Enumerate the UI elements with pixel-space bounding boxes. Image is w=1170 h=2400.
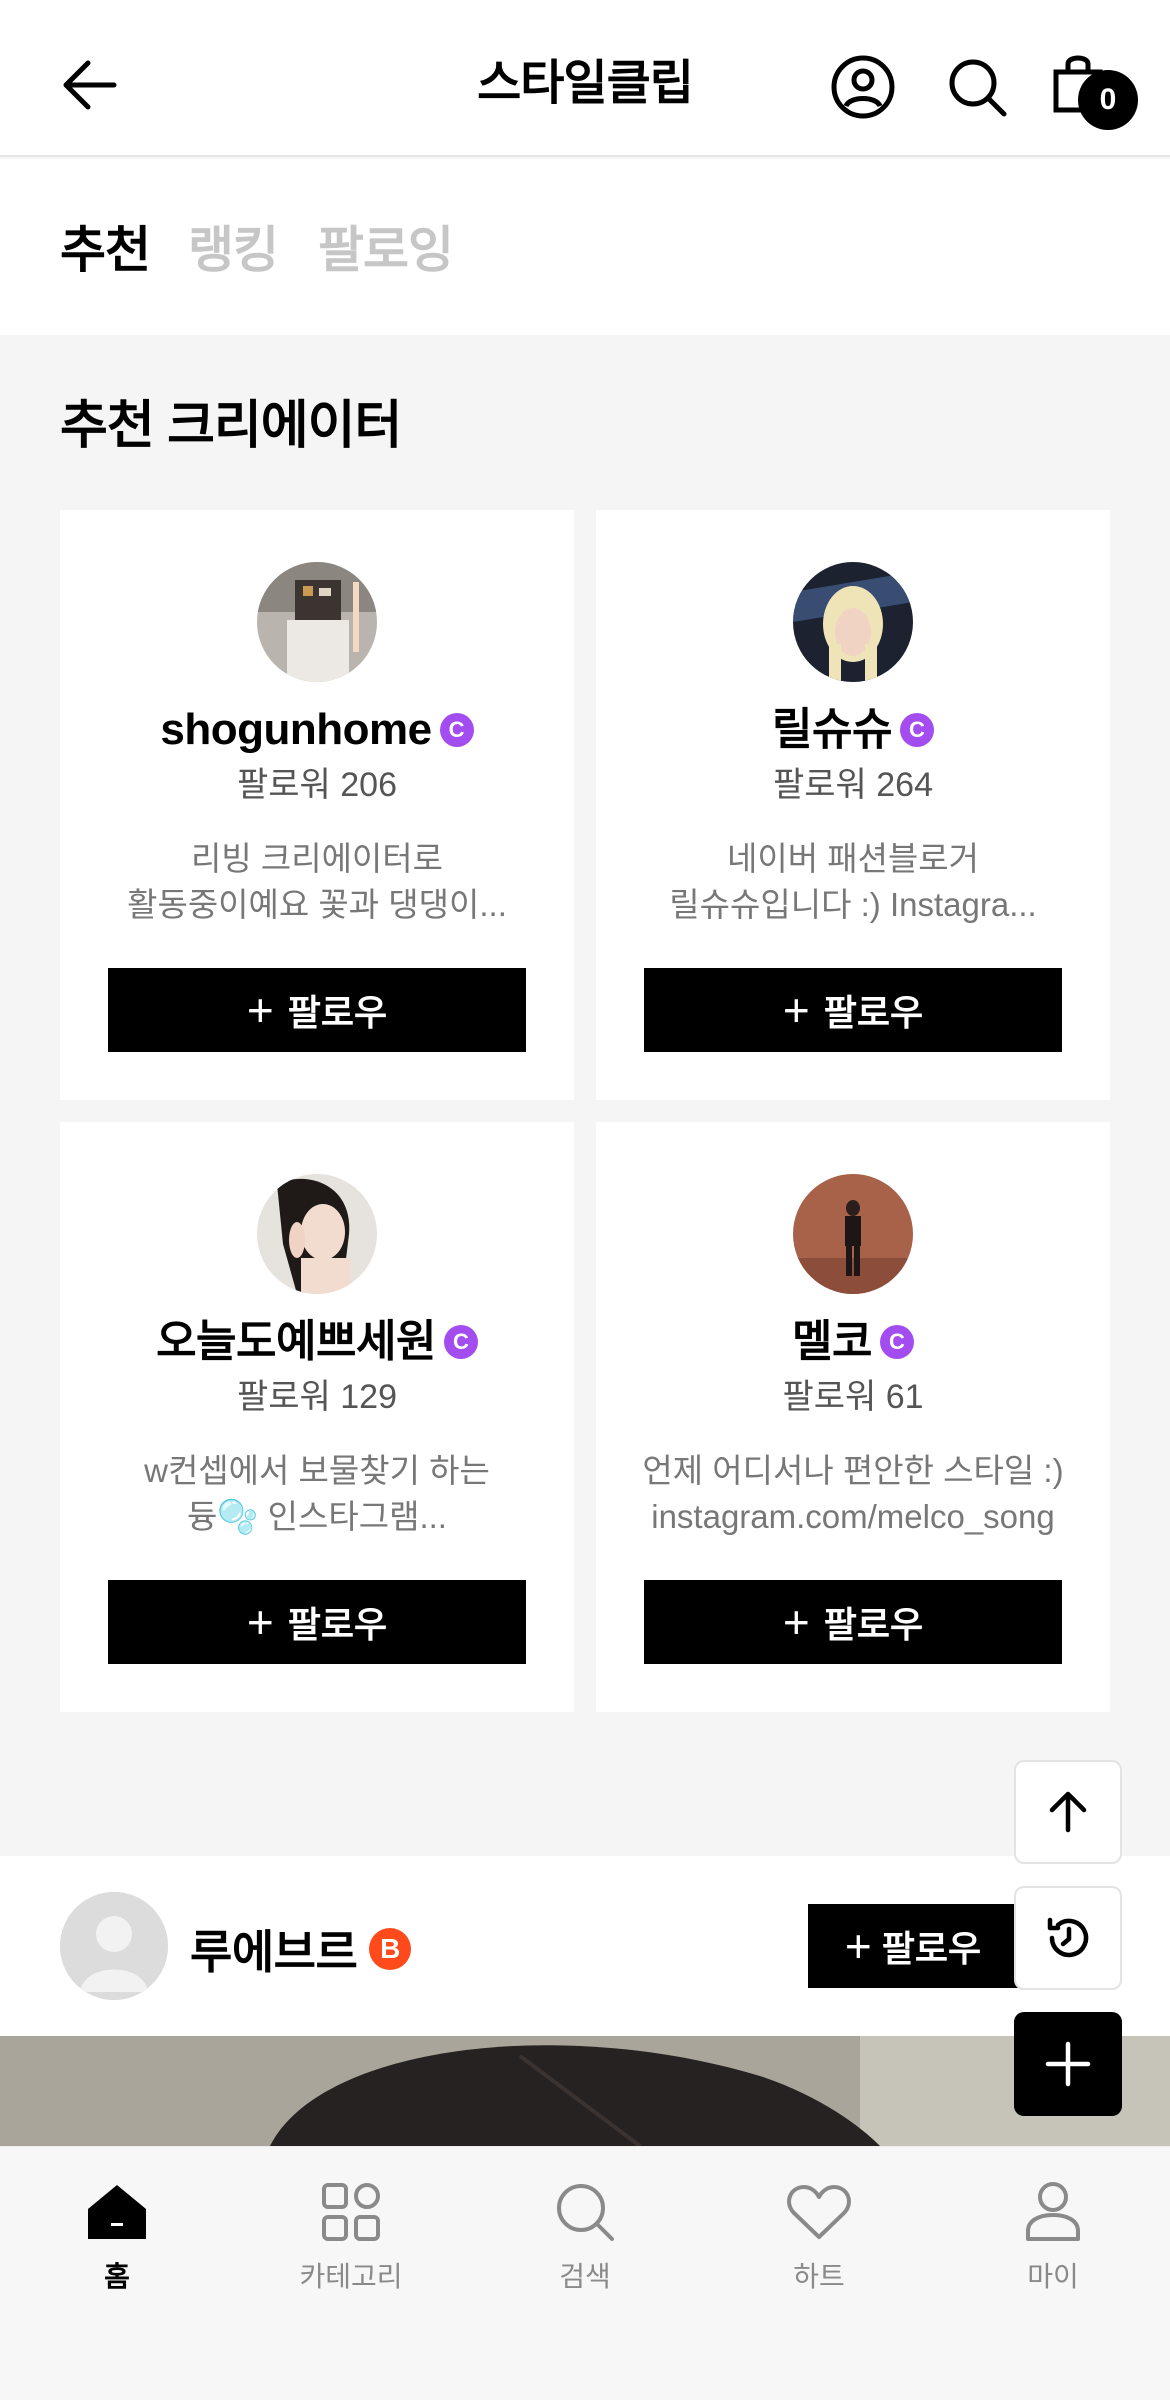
- creator-badge: C: [879, 1325, 914, 1359]
- user-icon: [1026, 2182, 1080, 2241]
- nav-home[interactable]: 홈: [17, 2177, 217, 2295]
- post-author-name[interactable]: 루에브르: [190, 1916, 358, 1982]
- creator-bio: 리빙 크리에이터로 활동중이예요 꽃과 댕댕이...: [127, 840, 507, 923]
- nav-my-label: 마이: [1027, 2261, 1079, 2292]
- creator-name[interactable]: 오늘도예쁘세원: [156, 1312, 436, 1372]
- follow-label: 팔로우: [287, 1604, 388, 1645]
- creator-name-row: 멜코 C: [596, 1312, 1110, 1372]
- creator-card[interactable]: shogunhome C 팔로워 206 리빙 크리에이터로 활동중이예요 꽃과…: [60, 510, 574, 1100]
- post-follow-button[interactable]: + 팔로우: [808, 1904, 1018, 1988]
- profile-button[interactable]: [826, 50, 900, 124]
- creator-name-row: 오늘도예쁘세원 C: [60, 1312, 574, 1372]
- plus-icon: +: [844, 1920, 872, 1972]
- category-icon: [322, 2183, 380, 2241]
- nav-category-label: 카테고리: [299, 2261, 403, 2292]
- creator-bio: w컨셉에서 보물찾기 하는 듕🫧 인스타그램...: [144, 1452, 490, 1535]
- creator-bio: 네이버 패션블로거 릴슈슈입니다 :) Instagra...: [669, 840, 1037, 923]
- scroll-top-button[interactable]: [1014, 1760, 1122, 1864]
- follow-button[interactable]: + 팔로우: [644, 968, 1062, 1052]
- creator-bio: 언제 어디서나 편안한 스타일 :) instagram.com/melco_s…: [642, 1452, 1064, 1535]
- creator-name[interactable]: 멜코: [792, 1312, 872, 1372]
- plus-icon: +: [782, 984, 810, 1036]
- avatar[interactable]: [793, 1174, 913, 1294]
- creator-card[interactable]: 멜코 C 팔로워 61 언제 어디서나 편안한 스타일 :) instagram…: [596, 1122, 1110, 1712]
- section-title: 추천 크리에이터: [60, 397, 402, 455]
- nav-category[interactable]: 카테고리: [251, 2177, 451, 2295]
- nav-heart-label: 하트: [793, 2261, 845, 2292]
- tab-ranking[interactable]: 랭킹: [188, 215, 279, 285]
- creator-badge: C: [899, 713, 934, 747]
- creator-badge: C: [439, 713, 474, 747]
- follower-count: 팔로워 206: [236, 766, 397, 804]
- cart-count-badge: 0: [1078, 70, 1138, 130]
- plus-icon: [1045, 2041, 1091, 2087]
- follow-label: 팔로우: [823, 992, 924, 1033]
- page: 스타일클립 0 추천 랭킹 팔로잉 추천 크리에이터 shogunhome C …: [0, 0, 1170, 2400]
- heart-icon: [787, 2185, 851, 2239]
- post-image[interactable]: [0, 2036, 1170, 2146]
- nav-search-label: 검색: [559, 2261, 611, 2292]
- follow-button[interactable]: + 팔로우: [644, 1580, 1062, 1664]
- avatar[interactable]: [257, 562, 377, 682]
- user-circle-icon: [831, 55, 895, 119]
- creator-card[interactable]: 릴슈슈 C 팔로워 264 네이버 패션블로거 릴슈슈입니다 :) Instag…: [596, 510, 1110, 1100]
- follow-button[interactable]: + 팔로우: [108, 968, 526, 1052]
- tab-following[interactable]: 팔로잉: [318, 215, 454, 285]
- create-post-button[interactable]: [1014, 2012, 1122, 2116]
- history-icon: [1047, 1917, 1089, 1958]
- search-icon: [557, 2184, 614, 2241]
- search-icon: [949, 59, 1007, 117]
- follower-count: 팔로워 61: [782, 1378, 924, 1416]
- creator-badge: C: [443, 1325, 478, 1359]
- nav-heart[interactable]: 하트: [719, 2177, 919, 2295]
- follow-button[interactable]: + 팔로우: [108, 1580, 526, 1664]
- creator-name-row: 릴슈슈 C: [596, 700, 1110, 760]
- nav-home-label: 홈: [104, 2261, 130, 2292]
- creator-card[interactable]: 오늘도예쁘세원 C 팔로워 129 w컨셉에서 보물찾기 하는 듕🫧 인스타그램…: [60, 1122, 574, 1712]
- recent-history-button[interactable]: [1014, 1886, 1122, 1990]
- follow-label: 팔로우: [823, 1604, 924, 1645]
- post-author-row: 루에브르 B: [190, 1916, 412, 1982]
- plus-icon: +: [246, 984, 274, 1036]
- follower-count: 팔로워 264: [772, 766, 933, 804]
- arrow-up-icon: [1049, 1791, 1087, 1833]
- search-button[interactable]: [940, 50, 1016, 126]
- tab-recommend[interactable]: 추천: [60, 215, 151, 285]
- avatar[interactable]: [793, 562, 913, 682]
- follower-count: 팔로워 129: [236, 1378, 397, 1416]
- feed-tabs: 추천 랭킹 팔로잉: [0, 159, 1170, 335]
- follow-label: 팔로우: [881, 1928, 982, 1969]
- avatar[interactable]: [257, 1174, 377, 1294]
- nav-my[interactable]: 마이: [953, 2177, 1153, 2295]
- avatar[interactable]: [60, 1892, 168, 2000]
- plus-icon: +: [782, 1596, 810, 1648]
- post-header: 루에브르 B + 팔로우: [0, 1856, 1170, 2036]
- creator-name[interactable]: 릴슈슈: [772, 700, 892, 760]
- top-app-bar: 스타일클립 0: [0, 0, 1170, 157]
- brand-badge: B: [369, 1928, 412, 1970]
- bottom-navigation: 홈 카테고리 검색 하트 마이: [0, 2146, 1170, 2400]
- creator-name[interactable]: shogunhome: [160, 700, 432, 760]
- follow-label: 팔로우: [287, 992, 388, 1033]
- plus-icon: +: [246, 1596, 274, 1648]
- default-avatar-icon: [60, 1892, 168, 2000]
- home-icon: [88, 2185, 146, 2239]
- cart-button[interactable]: 0: [1046, 50, 1138, 140]
- nav-search[interactable]: 검색: [485, 2177, 685, 2295]
- creator-name-row: shogunhome C: [60, 700, 574, 760]
